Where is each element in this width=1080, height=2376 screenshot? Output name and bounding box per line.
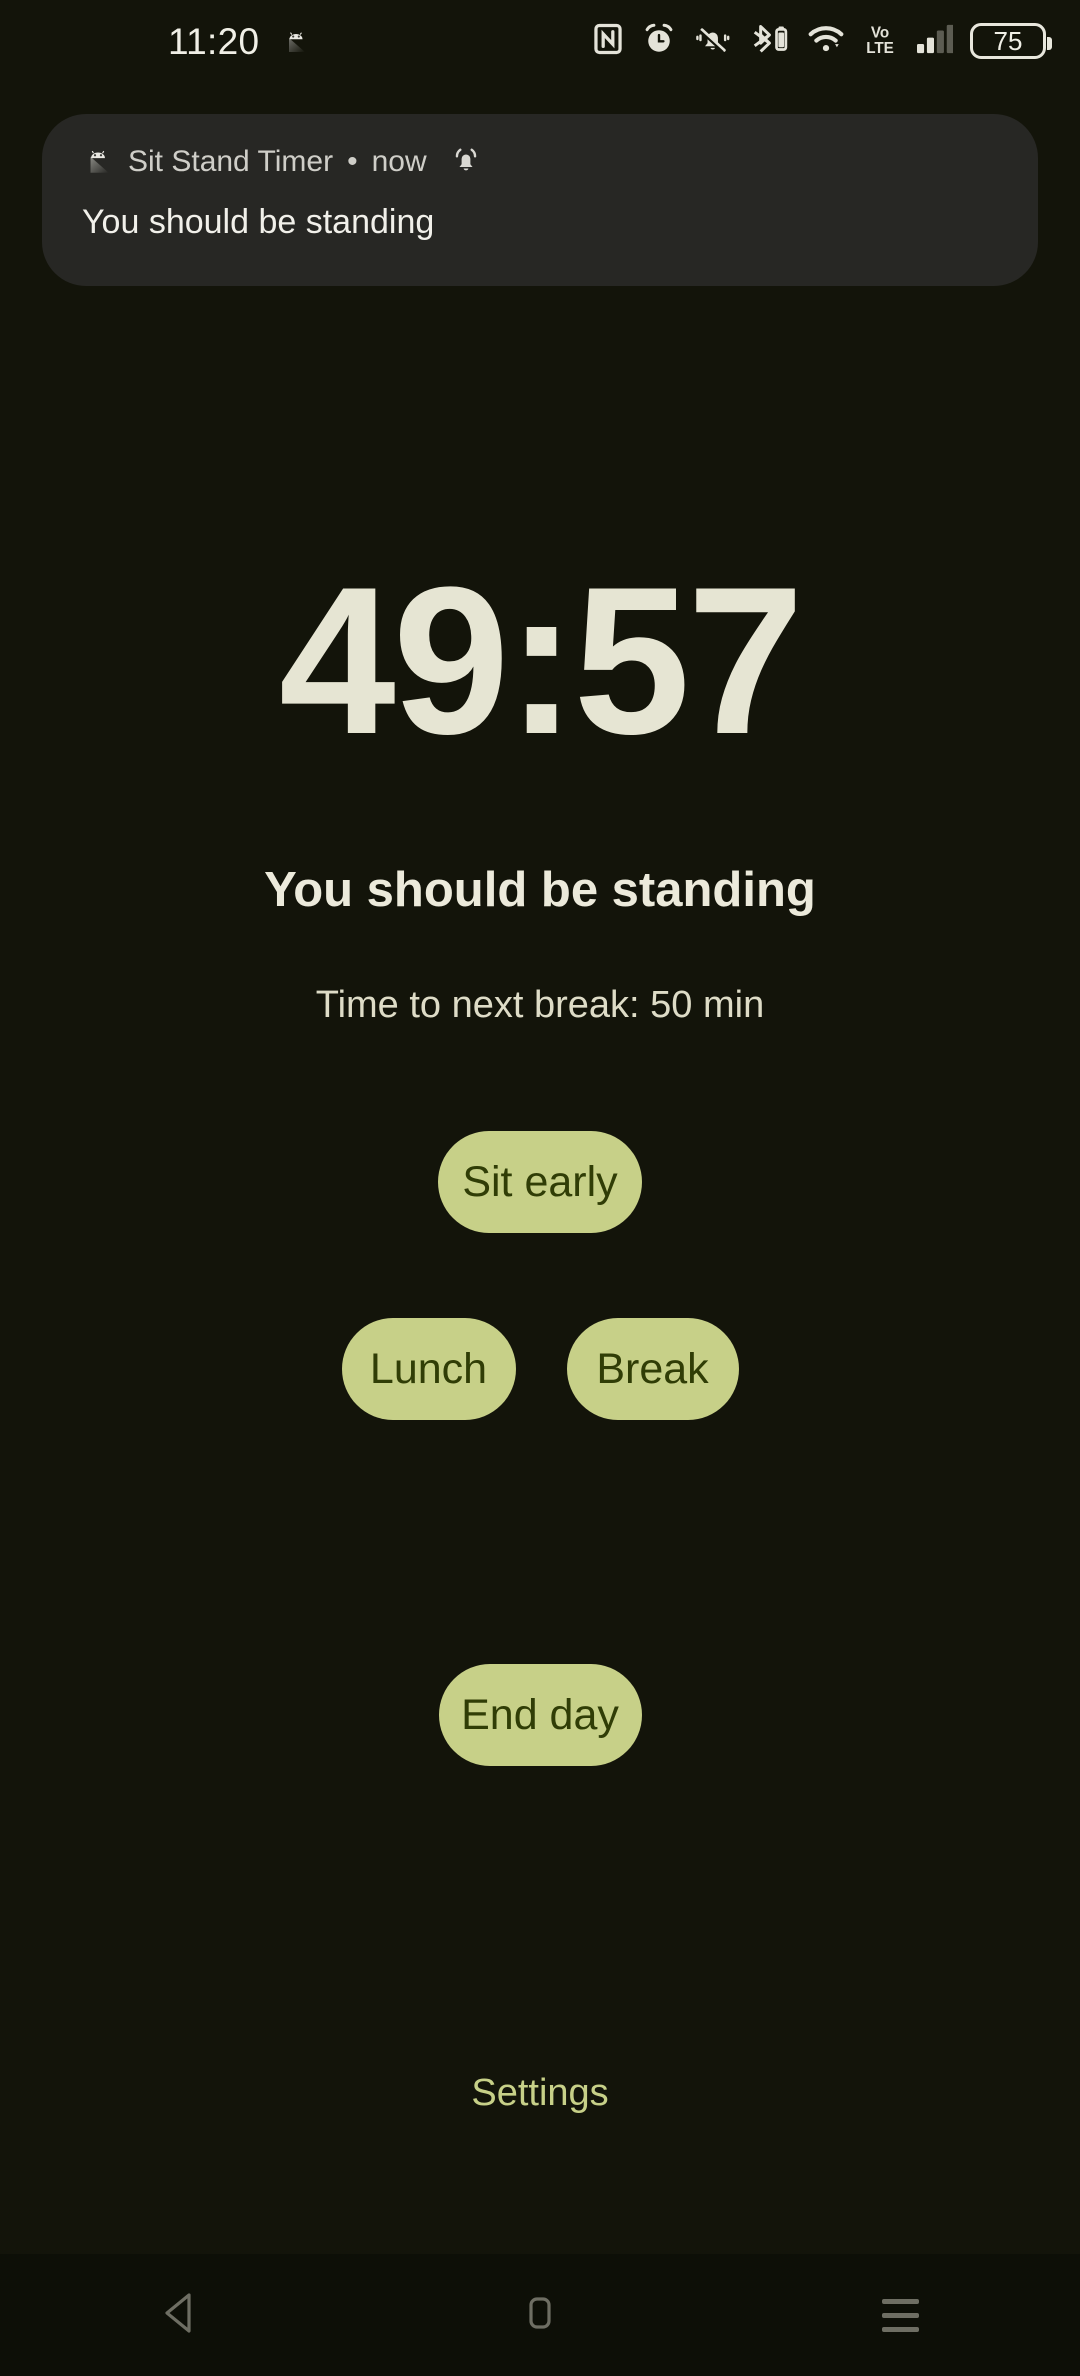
nav-home-button[interactable] [360,2254,720,2376]
sit-early-row: Sit early [0,1131,1080,1233]
notification-app-icon [82,144,114,181]
recents-lines-icon [881,2298,919,2332]
notification-app-name: Sit Stand Timer [128,145,334,178]
home-square-icon [520,2290,560,2341]
battery-icon: 75 [970,23,1052,59]
notification-body-text: You should be standing [82,203,435,241]
break-button[interactable]: Break [566,1318,739,1420]
next-break-label: Time to next break: 50 min [315,984,765,1026]
ringing-bell-icon [449,143,483,182]
status-bar-right: Vo LTE 75 [591,21,1052,62]
status-bar-left: 11:20 [168,23,311,60]
android-navigation-bar [0,2254,1080,2376]
nav-back-button[interactable] [0,2254,360,2376]
notification-separator: • [347,145,358,178]
lunch-button[interactable]: Lunch [341,1318,516,1420]
alarm-icon [642,22,676,61]
lunch-break-row: Lunch Break [0,1318,1080,1420]
bluetooth-battery-icon [750,22,790,61]
sit-early-button[interactable]: Sit early [438,1131,642,1233]
volte-icon: Vo LTE [862,21,898,62]
main-content: 49:57 You should be standing Time to nex… [0,286,1080,2254]
status-bar-clock: 11:20 [168,20,260,62]
status-headline: You should be standing [264,863,816,917]
nav-recents-button[interactable] [720,2254,1080,2376]
back-triangle-icon [159,2290,201,2341]
countdown-timer: 49:57 [278,543,804,778]
phone-screen: 11:20 Vo LTE 75 Sit Stand Timer • now Yo… [0,0,1080,2376]
end-day-row: End day [0,1664,1080,1766]
volte-line2-text: LTE [866,39,894,56]
settings-link[interactable]: Settings [0,2074,1080,2112]
notification-header: Sit Stand Timer • now [82,140,998,184]
status-bar: 11:20 Vo LTE 75 [0,0,1080,82]
wifi-icon [807,22,845,61]
android-app-icon [281,26,311,56]
nfc-icon [591,22,625,61]
signal-bars-icon [915,22,954,61]
battery-percent-label: 75 [993,26,1023,56]
notification-timestamp: now [371,145,427,178]
heads-up-notification[interactable]: Sit Stand Timer • now You should be stan… [42,114,1038,286]
mute-bell-icon [693,22,733,61]
end-day-button[interactable]: End day [438,1664,642,1766]
